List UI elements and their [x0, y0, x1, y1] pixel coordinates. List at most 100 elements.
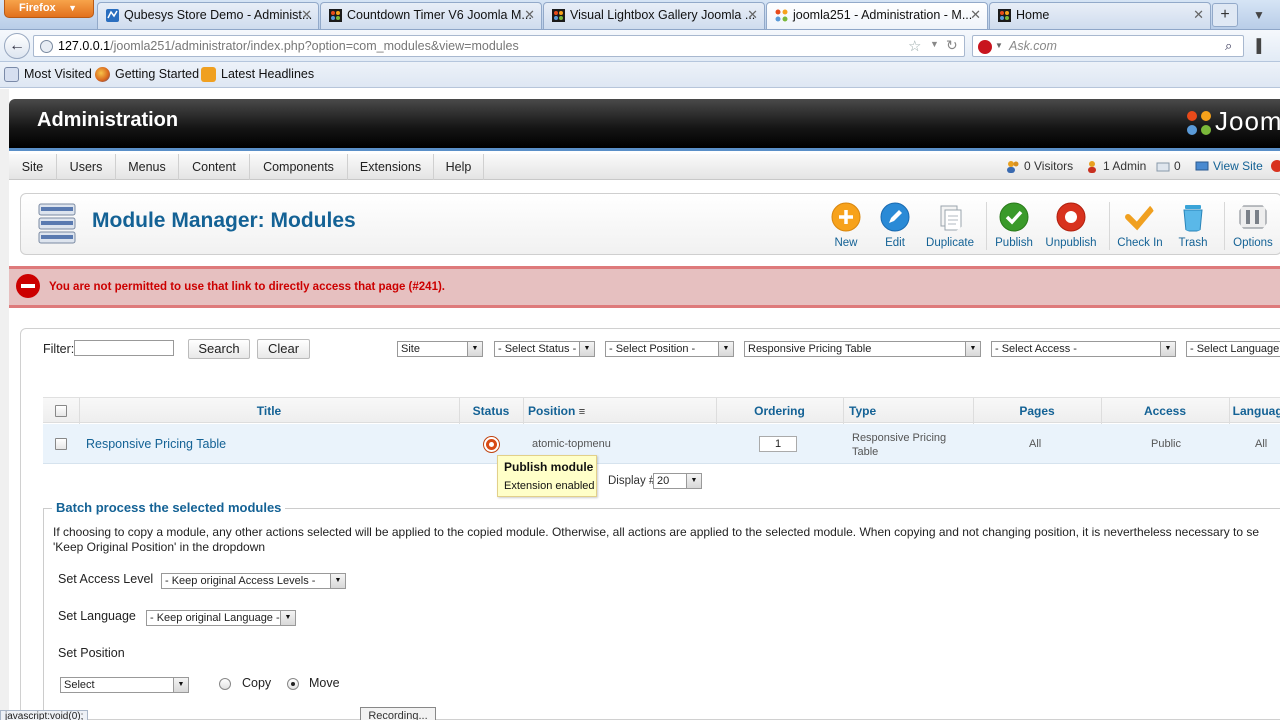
column-title[interactable]: Title — [79, 404, 459, 418]
browser-tab-countdown[interactable]: Countdown Timer V6 Joomla M... ✕ — [320, 2, 542, 29]
firefox-menu-button[interactable]: Firefox ▼ — [4, 0, 94, 18]
recording-indicator[interactable]: Recording... — [360, 707, 436, 720]
duplicate-button[interactable]: Duplicate — [919, 200, 981, 252]
reload-icon[interactable]: ↻ — [946, 37, 958, 54]
bookmark-label: Most Visited — [24, 67, 92, 81]
search-bar[interactable]: ▼ Ask.com ⌕ — [972, 35, 1244, 57]
clear-button[interactable]: Clear — [257, 339, 310, 359]
firefox-menu-label: Firefox — [19, 2, 56, 14]
menu-extensions[interactable]: Extensions — [348, 154, 434, 180]
browser-tab-bar: Firefox ▼ Qubesys Store Demo - Administ.… — [0, 0, 1280, 30]
url-bar[interactable]: 127.0.0.1/joomla251/administrator/index.… — [33, 35, 965, 57]
admin-container: Administration Joomla Site Users Menus C… — [9, 89, 1280, 720]
menu-components[interactable]: Components — [250, 154, 348, 180]
search-icon[interactable]: ⌕ — [1225, 38, 1232, 54]
module-title-link[interactable]: Responsive Pricing Table — [86, 437, 226, 451]
column-pages[interactable]: Pages — [973, 404, 1101, 418]
menu-content[interactable]: Content — [179, 154, 250, 180]
list-all-tabs-icon[interactable]: ▼ — [1244, 3, 1274, 27]
column-ordering[interactable]: Ordering — [716, 404, 843, 418]
chevron-down-icon: ▼ — [68, 3, 77, 13]
chevron-down-icon: ▼ — [330, 574, 345, 588]
qubesys-favicon-icon — [106, 9, 119, 22]
view-site-link[interactable]: View Site — [1195, 159, 1263, 173]
filter-label: Filter: — [43, 342, 75, 356]
options-button[interactable]: Options — [1222, 200, 1280, 252]
chevron-down-icon[interactable]: ▼ — [930, 39, 939, 49]
admin-main-menu: Site Users Menus Content Components Exte… — [9, 154, 1280, 180]
menu-site[interactable]: Site — [9, 154, 57, 180]
language-select[interactable]: - Select Language - — [1186, 341, 1280, 357]
table-header: Title Status Position ≡ Ordering Type Pa… — [43, 397, 1280, 424]
bookmark-latest-headlines[interactable]: Latest Headlines — [201, 67, 314, 82]
column-type[interactable]: Type — [849, 404, 876, 418]
batch-language-select[interactable]: - Keep original Language - ▼ — [146, 610, 296, 626]
batch-description: If choosing to copy a module, any other … — [53, 525, 1260, 554]
close-icon[interactable]: ✕ — [301, 3, 312, 27]
browser-tab-qubesys[interactable]: Qubesys Store Demo - Administ... ✕ — [97, 2, 319, 29]
chevron-down-icon[interactable]: ▼ — [995, 41, 1003, 50]
ask-engine-icon[interactable] — [978, 40, 992, 54]
position-select[interactable]: - Select Position - ▼ — [605, 341, 734, 357]
bookmark-star-icon[interactable]: ☆ — [908, 37, 921, 55]
column-language[interactable]: Language — [1229, 404, 1280, 418]
menu-help[interactable]: Help — [434, 154, 484, 180]
tab-label: Qubesys Store Demo - Administ... — [124, 8, 313, 22]
most-visited-icon — [4, 67, 19, 82]
url-text: 127.0.0.1/joomla251/administrator/index.… — [58, 39, 519, 53]
new-tab-button[interactable]: + — [1212, 3, 1238, 27]
menu-users[interactable]: Users — [57, 154, 116, 180]
module-position: atomic-topmenu — [532, 438, 611, 450]
filter-search-input[interactable] — [74, 340, 174, 356]
chevron-down-icon: ▼ — [579, 342, 594, 356]
bookmark-getting-started[interactable]: Getting Started — [95, 67, 200, 82]
modules-list-container: Filter: Search Clear Site ▼ - Select Stat… — [20, 328, 1280, 720]
tab-label: Countdown Timer V6 Joomla M... — [347, 8, 532, 22]
unpublish-button[interactable]: Unpublish — [1040, 200, 1102, 252]
tab-label: Visual Lightbox Gallery Joomla ... — [570, 8, 756, 22]
trash-button[interactable]: Trash — [1162, 200, 1224, 252]
column-position[interactable]: Position ≡ — [528, 404, 585, 418]
ordering-input[interactable]: 1 — [759, 436, 797, 452]
close-icon[interactable]: ✕ — [1193, 3, 1204, 27]
publish-button[interactable]: Publish — [983, 200, 1045, 252]
module-type-select[interactable]: Responsive Pricing Table ▼ — [744, 341, 981, 357]
select-all-checkbox[interactable] — [55, 405, 67, 417]
checkmark-icon — [999, 202, 1029, 232]
unpublish-status-icon[interactable] — [484, 437, 499, 452]
bookmark-most-visited[interactable]: Most Visited — [4, 67, 92, 82]
column-access[interactable]: Access — [1101, 404, 1229, 418]
browser-tab-admin[interactable]: joomla251 - Administration - M... ✕ — [766, 2, 988, 29]
batch-position-select[interactable]: Select ▼ — [60, 677, 189, 693]
module-type: Responsive Pricing Table — [852, 432, 947, 458]
close-icon[interactable]: ✕ — [524, 3, 535, 27]
more-tools-icon[interactable]: ▐ — [1252, 38, 1261, 53]
web-page: Administration Joomla Site Users Menus C… — [0, 89, 1280, 720]
close-icon[interactable]: ✕ — [747, 3, 758, 27]
copy-radio[interactable] — [219, 678, 231, 690]
column-status[interactable]: Status — [459, 404, 523, 418]
move-radio[interactable] — [287, 678, 299, 690]
batch-access-select[interactable]: - Keep original Access Levels - ▼ — [161, 573, 346, 589]
access-select[interactable]: - Select Access - ▼ — [991, 341, 1176, 357]
set-access-label: Set Access Level — [58, 572, 154, 586]
button-label: Options — [1233, 237, 1273, 249]
client-select[interactable]: Site ▼ — [397, 341, 483, 357]
row-checkbox[interactable] — [55, 438, 67, 450]
close-icon[interactable]: ✕ — [970, 3, 981, 27]
search-button[interactable]: Search — [188, 339, 250, 359]
display-limit-select[interactable]: 20 ▼ — [653, 473, 702, 489]
edit-button[interactable]: Edit — [864, 200, 926, 252]
menu-menus[interactable]: Menus — [116, 154, 179, 180]
back-arrow-icon[interactable]: ← — [4, 33, 30, 59]
globe-icon — [40, 40, 53, 53]
chevron-down-icon: ▼ — [1160, 342, 1175, 356]
error-text: You are not permitted to use that link t… — [49, 281, 445, 293]
admin-title: Administration — [37, 109, 179, 131]
browser-tab-lightbox[interactable]: Visual Lightbox Gallery Joomla ... ✕ — [543, 2, 765, 29]
set-position-label: Set Position — [58, 646, 125, 660]
messages-count[interactable]: 0 — [1156, 159, 1181, 173]
browser-tab-home[interactable]: Home ✕ — [989, 2, 1211, 29]
bookmark-label: Getting Started — [115, 67, 200, 81]
status-select[interactable]: - Select Status - ▼ — [494, 341, 595, 357]
